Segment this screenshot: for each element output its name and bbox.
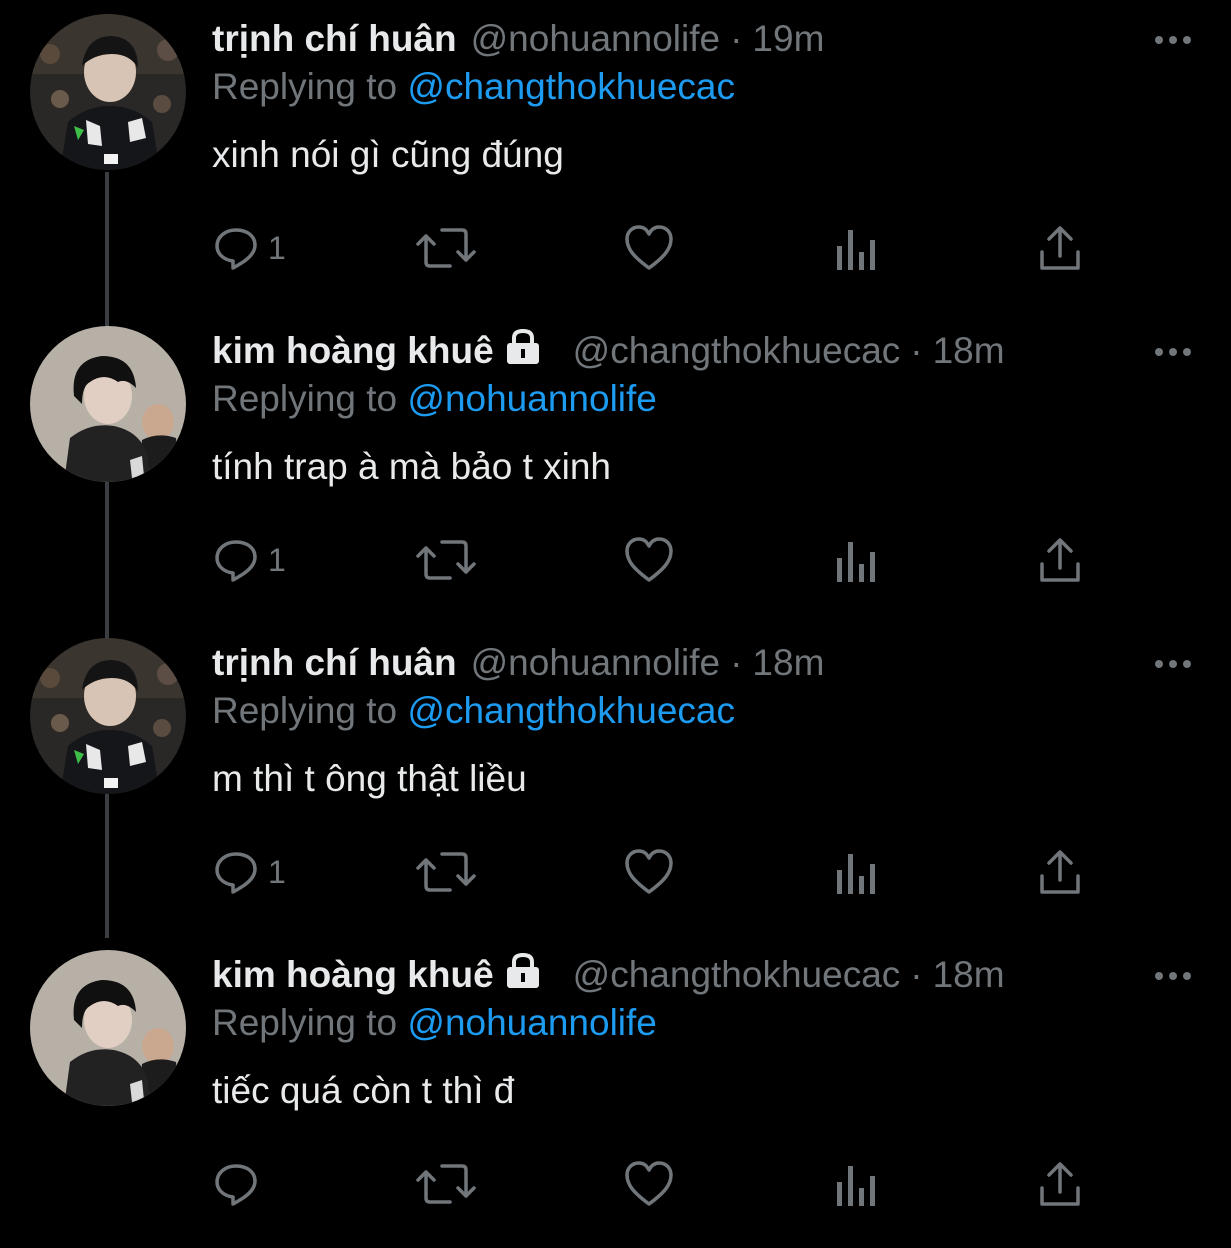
like-button[interactable]	[624, 842, 674, 902]
share-button[interactable]	[1038, 842, 1082, 902]
reply-button[interactable]: 1	[212, 218, 286, 278]
like-button[interactable]	[624, 530, 674, 590]
reply-count: 1	[268, 229, 286, 266]
like-button[interactable]	[624, 1154, 674, 1214]
analytics-icon	[837, 230, 875, 270]
timestamp[interactable]: 19m	[752, 18, 824, 60]
reply-count: 1	[268, 853, 286, 890]
retweet-button[interactable]	[416, 842, 476, 902]
share-button[interactable]	[1038, 218, 1082, 278]
tweet-header: kim hoàng khuê @changthokhuecac · 18m	[212, 950, 1005, 1000]
timestamp[interactable]: 18m	[752, 642, 824, 684]
like-button[interactable]	[624, 218, 674, 278]
retweet-icon	[416, 540, 476, 580]
display-name[interactable]: kim hoàng khuê	[212, 954, 494, 996]
tweet-actions: 1	[212, 842, 1112, 902]
analytics-button[interactable]	[834, 218, 878, 278]
retweet-icon	[416, 228, 476, 268]
replying-to-label: Replying to	[212, 690, 398, 731]
analytics-icon	[837, 542, 875, 582]
replying-to: Replying to @changthokhuecac	[212, 690, 735, 732]
retweet-button[interactable]	[416, 218, 476, 278]
retweet-button[interactable]	[416, 530, 476, 590]
timestamp[interactable]: 18m	[933, 330, 1005, 372]
analytics-icon	[837, 854, 875, 894]
replying-to: Replying to @nohuannolife	[212, 378, 657, 420]
timestamp[interactable]: 18m	[933, 954, 1005, 996]
analytics-icon	[837, 1166, 875, 1206]
avatar[interactable]	[30, 950, 186, 1106]
replying-to-handle[interactable]: @changthokhuecac	[407, 690, 735, 731]
tweet-actions: 1	[212, 218, 1112, 278]
tweet-actions	[212, 1154, 1112, 1214]
heart-icon	[625, 537, 673, 582]
tweet-header: trịnh chí huân @nohuannolife · 19m	[212, 14, 824, 64]
analytics-button[interactable]	[834, 530, 878, 590]
user-handle[interactable]: @nohuannolife	[471, 18, 720, 60]
replying-to-handle[interactable]: @nohuannolife	[407, 378, 656, 419]
heart-icon	[625, 849, 673, 894]
tweet-text: m thì t ông thật liều	[212, 758, 527, 799]
replying-to: Replying to @changthokhuecac	[212, 66, 735, 108]
replying-to-label: Replying to	[212, 66, 398, 107]
replying-to-label: Replying to	[212, 1002, 398, 1043]
separator: ·	[730, 642, 743, 683]
tweet-header: kim hoàng khuê @changthokhuecac · 18m	[212, 326, 1005, 376]
reply-icon	[215, 852, 257, 894]
tweet[interactable]: trịnh chí huân @nohuannolife · 19m Reply…	[0, 0, 1231, 312]
retweet-button[interactable]	[416, 1154, 476, 1214]
replying-to-handle[interactable]: @nohuannolife	[407, 1002, 656, 1043]
heart-icon	[625, 225, 673, 270]
lock-icon	[503, 952, 543, 998]
share-icon	[1040, 226, 1080, 270]
display-name[interactable]: trịnh chí huân	[212, 18, 457, 60]
user-handle[interactable]: @changthokhuecac	[573, 954, 901, 996]
avatar[interactable]	[30, 326, 186, 482]
tweet-text: xinh nói gì cũng đúng	[212, 134, 564, 175]
tweet-text: tính trap à mà bảo t xinh	[212, 446, 612, 487]
share-button[interactable]	[1038, 1154, 1082, 1214]
reply-button[interactable]	[212, 1154, 268, 1214]
reply-icon	[215, 1164, 257, 1206]
tweet-actions: 1	[212, 530, 1112, 590]
replying-to-handle[interactable]: @changthokhuecac	[407, 66, 735, 107]
analytics-button[interactable]	[834, 842, 878, 902]
tweet-header: trịnh chí huân @nohuannolife · 18m	[212, 638, 824, 688]
avatar[interactable]	[30, 14, 186, 170]
reply-icon	[215, 540, 257, 582]
more-horizontal-icon[interactable]	[1153, 342, 1193, 362]
more-horizontal-icon[interactable]	[1153, 966, 1193, 986]
more-horizontal-icon[interactable]	[1153, 30, 1193, 50]
replying-to-label: Replying to	[212, 378, 398, 419]
user-handle[interactable]: @changthokhuecac	[573, 330, 901, 372]
user-handle[interactable]: @nohuannolife	[471, 642, 720, 684]
reply-icon	[215, 228, 257, 270]
tweet[interactable]: kim hoàng khuê @changthokhuecac · 18m Re…	[0, 312, 1231, 624]
separator: ·	[730, 18, 743, 59]
tweet[interactable]: kim hoàng khuê @changthokhuecac · 18m Re…	[0, 936, 1231, 1248]
lock-icon	[503, 328, 543, 374]
reply-button[interactable]: 1	[212, 530, 286, 590]
heart-icon	[625, 1161, 673, 1206]
more-horizontal-icon[interactable]	[1153, 654, 1193, 674]
retweet-icon	[416, 852, 476, 892]
share-button[interactable]	[1038, 530, 1082, 590]
share-icon	[1040, 538, 1080, 582]
analytics-button[interactable]	[834, 1154, 878, 1214]
avatar[interactable]	[30, 638, 186, 794]
retweet-icon	[416, 1164, 476, 1204]
tweet-text: tiếc quá còn t thì đ	[212, 1070, 515, 1111]
display-name[interactable]: kim hoàng khuê	[212, 330, 494, 372]
reply-count: 1	[268, 541, 286, 578]
reply-button[interactable]: 1	[212, 842, 286, 902]
share-icon	[1040, 850, 1080, 894]
replying-to: Replying to @nohuannolife	[212, 1002, 657, 1044]
tweet[interactable]: trịnh chí huân @nohuannolife · 18m Reply…	[0, 624, 1231, 936]
separator: ·	[910, 954, 923, 995]
share-icon	[1040, 1162, 1080, 1206]
separator: ·	[910, 330, 923, 371]
display-name[interactable]: trịnh chí huân	[212, 642, 457, 684]
